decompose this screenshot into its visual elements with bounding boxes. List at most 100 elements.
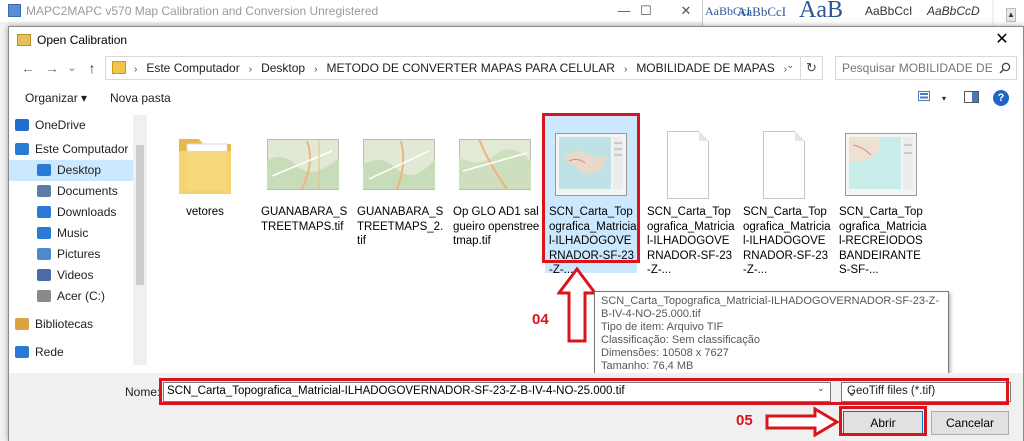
music-icon xyxy=(37,227,51,239)
view-icon xyxy=(918,91,930,101)
breadcrumb-item[interactable]: Este Computador xyxy=(146,61,239,75)
navigation-pane: OneDrive Este Computador Desktop Documents D… xyxy=(9,115,133,365)
forward-arrow-icon[interactable]: → xyxy=(41,57,63,79)
sidebar-item-music[interactable]: Music xyxy=(15,223,131,244)
navigation-bar: ← → ⌄ ↑ › Este Computador › Desktop › METODO … xyxy=(9,55,1023,81)
file-item-folder[interactable]: vetores xyxy=(159,113,251,273)
file-info-tooltip: SCN_Carta_Topografica_Matricial-ILHADOGO… xyxy=(594,291,949,375)
sidebar-item-este-computador[interactable]: Este Computador xyxy=(15,139,131,160)
onedrive-icon xyxy=(15,119,29,131)
organize-menu-button[interactable]: Organizar ▾ xyxy=(25,91,87,105)
sidebar-item-documents[interactable]: Documents xyxy=(15,181,131,202)
file-item-tif[interactable]: Op GLO AD1 salgueiro openstreetmap.tif xyxy=(449,113,541,273)
sidebar-item-rede[interactable]: Rede xyxy=(15,342,131,363)
style-item[interactable]: AaB xyxy=(799,0,843,24)
style-item[interactable]: AaBbCcI xyxy=(865,4,912,18)
app-icon xyxy=(8,4,21,17)
tooltip-size: Tamanho: 76,4 MB xyxy=(601,360,694,372)
help-icon[interactable]: ? xyxy=(993,90,1009,106)
address-bar[interactable]: › Este Computador › Desktop › METODO DE CONVE… xyxy=(105,56,823,80)
breadcrumb-item[interactable]: MOBILIDADE DE MAPAS xyxy=(636,61,774,75)
sidebar-item-label: Este Computador xyxy=(35,142,129,156)
sidebar-item-desktop[interactable]: Desktop xyxy=(9,160,133,181)
tooltip-rating: Classificação: Sem classificação xyxy=(601,334,760,346)
file-item-tif[interactable]: SCN_Carta_Topografica_Matricial-RECREIOD… xyxy=(835,113,927,276)
sidebar-item-label: Downloads xyxy=(57,205,117,219)
sidebar-item-label: Music xyxy=(57,226,89,240)
scroll-up-icon[interactable]: ▲ xyxy=(1006,8,1016,22)
file-name: SCN_Carta_Topografica_Matricial-RECREIOD… xyxy=(839,206,927,276)
background-app-title: MAPC2MAPC v570 Map Calibration and Conve… xyxy=(26,4,379,18)
sidebar-item-label: Desktop xyxy=(57,163,102,177)
preview-pane-glyph-icon xyxy=(964,91,979,103)
map-thumbnail-icon xyxy=(267,139,339,190)
dialog-titlebar: Open Calibration ✕ xyxy=(9,27,1023,53)
document-icon xyxy=(653,131,725,199)
dialog-close-button[interactable]: ✕ xyxy=(985,27,1019,53)
breadcrumb-item[interactable]: METODO DE CONVERTER MAPAS PARA CELULAR xyxy=(326,61,615,75)
cancel-button[interactable]: Cancelar xyxy=(931,411,1009,435)
recent-locations-dropdown-icon[interactable]: ⌄ xyxy=(61,57,83,79)
file-name: vetores xyxy=(186,206,224,218)
drive-icon xyxy=(37,290,51,302)
sidebar-item-acer-c[interactable]: Acer (C:) xyxy=(15,286,131,307)
maximize-button[interactable]: ☐ xyxy=(626,0,666,22)
navigation-pane-scrollbar[interactable] xyxy=(133,115,147,365)
videos-icon xyxy=(37,269,51,281)
file-name: SCN_Carta_Topografica_Matricial-ILHADOGO… xyxy=(647,206,735,276)
scrollbar-thumb[interactable] xyxy=(136,145,144,285)
file-name: GUANABARA_STREETMAPS.tif xyxy=(261,206,348,233)
file-item-tif[interactable]: GUANABARA_STREETMAPS_2.tif xyxy=(353,113,445,273)
file-item-tif[interactable]: SCN_Carta_Topografica_Matricial-ILHADOGO… xyxy=(739,113,831,276)
back-arrow-icon[interactable]: ← xyxy=(17,57,39,79)
dialog-title: Open Calibration xyxy=(37,33,128,47)
document-icon xyxy=(749,131,821,199)
file-item-tif[interactable]: SCN_Carta_Topografica_Matricial-ILHADOGO… xyxy=(643,113,735,276)
sidebar-item-label: Videos xyxy=(57,268,94,282)
desktop-icon xyxy=(37,164,51,176)
pictures-icon xyxy=(37,248,51,260)
tooltip-type: Tipo de item: Arquivo TIF xyxy=(601,321,724,333)
file-name: SCN_Carta_Topografica_Matricial-ILHADOGO… xyxy=(743,206,831,276)
close-app-button[interactable]: ✕ xyxy=(666,0,706,22)
chevron-right-icon: › xyxy=(134,64,138,75)
step-05-label: 05 xyxy=(736,412,753,429)
sidebar-item-videos[interactable]: Videos xyxy=(15,265,131,286)
right-arrow-annotation-icon xyxy=(765,407,839,437)
sidebar-item-label: Documents xyxy=(57,184,118,198)
tooltip-filename: SCN_Carta_Topografica_Matricial-ILHADOGO… xyxy=(601,295,940,320)
dialog-app-icon xyxy=(17,34,31,46)
file-item-tif[interactable]: GUANABARA_STREETMAPS.tif xyxy=(257,113,349,273)
file-name-label: Nome: xyxy=(125,385,161,399)
folder-icon xyxy=(179,139,231,194)
sidebar-item-downloads[interactable]: Downloads xyxy=(15,202,131,223)
breadcrumb: › Este Computador › Desktop › METODO DE CONVE… xyxy=(134,61,796,75)
new-folder-button[interactable]: Nova pasta xyxy=(110,91,171,105)
sidebar-item-bibliotecas[interactable]: Bibliotecas xyxy=(15,314,131,335)
breadcrumb-item[interactable]: Desktop xyxy=(261,61,305,75)
preview-pane-icon[interactable] xyxy=(961,89,983,109)
highlight-file-fields xyxy=(159,378,1009,405)
word-styles-gallery[interactable]: AaBbCcI AaBbCcI AaB AaBbCcI AaBbCcD xyxy=(702,0,992,26)
style-item[interactable]: AaBbCcI xyxy=(737,4,786,20)
view-dropdown-icon[interactable]: ▾ xyxy=(933,89,955,109)
search-icon[interactable] xyxy=(999,62,1011,74)
up-arrow-icon[interactable]: ↑ xyxy=(81,57,103,79)
sidebar-item-pictures[interactable]: Pictures xyxy=(15,244,131,265)
sidebar-item-label: Pictures xyxy=(57,247,101,261)
documents-icon xyxy=(37,185,51,197)
style-item[interactable]: AaBbCcD xyxy=(927,4,980,18)
address-dropdown-icon[interactable]: ⌄ xyxy=(786,60,794,71)
topographic-map-thumbnail-icon xyxy=(845,133,917,196)
refresh-icon[interactable]: ↻ xyxy=(800,57,822,79)
file-name: Op GLO AD1 salgueiro openstreetmap.tif xyxy=(453,206,540,247)
chevron-right-icon[interactable]: › xyxy=(314,64,317,75)
file-name: GUANABARA_STREETMAPS_2.tif xyxy=(357,206,444,247)
map-thumbnail-icon xyxy=(363,139,435,190)
chevron-right-icon[interactable]: › xyxy=(624,64,627,75)
sidebar-item-onedrive[interactable]: OneDrive xyxy=(15,115,131,136)
chevron-right-icon[interactable]: › xyxy=(249,64,252,75)
up-arrow-annotation-icon xyxy=(557,267,597,343)
search-box[interactable] xyxy=(835,56,1017,80)
search-input[interactable] xyxy=(842,61,992,75)
